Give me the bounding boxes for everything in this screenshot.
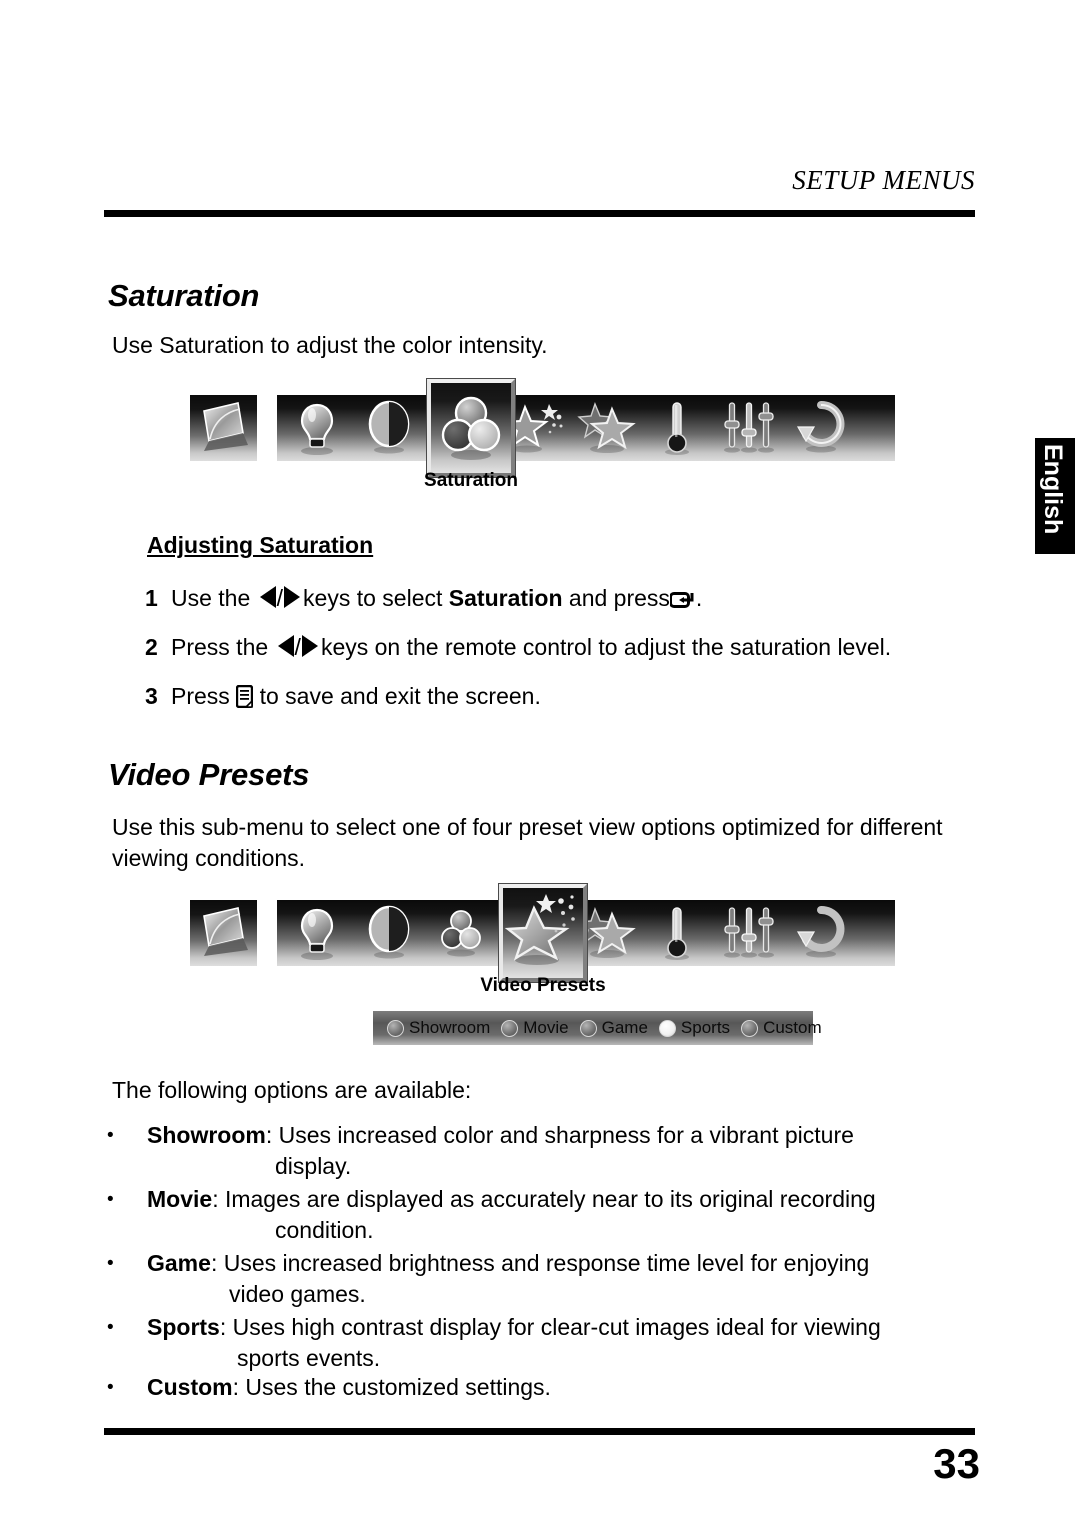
radio-icon[interactable]	[387, 1019, 404, 1037]
step-2-number: 2	[145, 634, 158, 660]
osd-item-audio-presets[interactable]	[569, 395, 641, 461]
language-tab-label: English	[1039, 444, 1067, 535]
list-intro: The following options are available:	[112, 1077, 472, 1103]
footer-rule	[104, 1428, 975, 1435]
osd-item-sliders[interactable]	[713, 900, 785, 966]
bullet-text: : Uses high contrast display for clear-c…	[219, 1314, 881, 1340]
osd-item-lightbulb[interactable]	[281, 395, 353, 461]
step-3-text-middle: to save and exit the screen.	[259, 683, 541, 709]
osd-item-reset[interactable]	[785, 900, 857, 966]
section-heading-video-presets: Video Presets	[108, 757, 310, 792]
osd-standalone-monitor-icon[interactable]	[190, 900, 257, 966]
section-intro-video-presets: Use this sub-menu to select one of four …	[112, 814, 943, 871]
step-1-text-before: Use the	[171, 585, 251, 611]
step-1-bold-term: Saturation	[448, 585, 563, 611]
right-arrow-icon	[284, 586, 301, 608]
osd-item-saturation[interactable]	[425, 900, 497, 966]
bullet-term: Game	[147, 1250, 211, 1276]
sub-heading-adjusting-saturation: Adjusting Saturation	[147, 532, 374, 558]
step-1: 1 Use the / keys to select Saturation and …	[145, 585, 703, 611]
bullet-custom: • Custom: Uses the customized settings.	[107, 1372, 987, 1403]
page-number: 33	[933, 1440, 980, 1487]
bullet-dot-icon: •	[107, 1189, 114, 1210]
bullet-continuation: sports events.	[237, 1345, 381, 1371]
step-3-text-before: Press	[171, 683, 230, 709]
language-tab-english: English	[1035, 438, 1075, 554]
bullet-text: : Images are displayed as accurately nea…	[212, 1186, 876, 1212]
step-1-number: 1	[145, 585, 158, 611]
osd-menu-saturation: Saturation	[190, 379, 895, 491]
bullet-dot-icon: •	[107, 1125, 114, 1146]
bullet-term: Showroom	[147, 1122, 266, 1148]
bullet-text: : Uses increased brightness and response…	[210, 1250, 870, 1276]
left-arrow-icon	[277, 635, 294, 657]
osd-item-contrast[interactable]	[353, 395, 425, 461]
osd-selected-tile-saturation[interactable]	[427, 379, 515, 477]
osd-item-reset[interactable]	[785, 395, 857, 461]
option-label: Showroom	[409, 1018, 491, 1037]
radio-icon-selected[interactable]	[658, 1019, 676, 1037]
header-rule	[104, 210, 975, 217]
osd-selected-label-video-presets: Video Presets	[480, 975, 606, 996]
option-movie[interactable]: Movie	[501, 1018, 569, 1038]
bullet-sports: • Sports: Uses high contrast display for…	[107, 1312, 987, 1374]
osd-item-sliders[interactable]	[713, 395, 785, 461]
option-sports[interactable]: Sports	[658, 1018, 731, 1038]
step-1-text-middle: keys to select	[303, 585, 443, 611]
bullet-term: Movie	[147, 1186, 213, 1212]
radio-icon[interactable]	[501, 1019, 519, 1037]
osd-selected-label-saturation: Saturation	[424, 470, 518, 491]
option-label: Movie	[523, 1018, 569, 1037]
osd-item-contrast[interactable]	[353, 900, 425, 966]
option-label: Custom	[763, 1018, 822, 1037]
osd-item-color-temperature[interactable]	[641, 900, 713, 966]
page-header-title: SETUP MENUS	[792, 165, 975, 195]
bullet-dot-icon: •	[107, 1253, 114, 1274]
option-label: Game	[601, 1018, 648, 1037]
option-custom[interactable]: Custom	[741, 1018, 822, 1038]
step-1-text-after: and press	[568, 585, 670, 611]
step-3: 3 Press to save and exit the screen.	[145, 681, 541, 711]
osd-icon-strip	[277, 395, 895, 461]
bullet-movie: • Movie: Images are displayed as accurat…	[107, 1184, 987, 1246]
manual-page: SETUP MENUS English Saturation Use Satur…	[0, 0, 1080, 1529]
osd-selected-tile-video-presets[interactable]	[499, 884, 587, 982]
step-3-number: 3	[145, 683, 158, 709]
right-arrow-icon	[301, 635, 318, 657]
bullet-text: : Uses increased color and sharpness for…	[265, 1122, 854, 1148]
menu-key-icon	[236, 685, 254, 708]
option-label: Sports	[680, 1018, 731, 1037]
bullet-continuation: video games.	[229, 1281, 366, 1307]
bullet-text: : Uses the customized settings.	[232, 1374, 551, 1400]
bullet-showroom: • Showroom: Uses increased color and sha…	[107, 1120, 967, 1182]
bullet-game: • Game: Uses increased brightness and re…	[107, 1248, 987, 1310]
bullet-term: Sports	[147, 1314, 220, 1340]
enter-key-icon	[669, 591, 696, 609]
osd-standalone-monitor-icon[interactable]	[190, 395, 257, 461]
bullet-dot-icon: •	[107, 1317, 114, 1338]
option-game[interactable]: Game	[579, 1018, 648, 1038]
radio-icon[interactable]	[579, 1019, 597, 1037]
bullet-term: Custom	[147, 1374, 233, 1400]
option-showroom[interactable]: Showroom	[387, 1018, 490, 1038]
osd-menu-video-presets: Video Presets	[190, 884, 895, 996]
bullet-dot-icon: •	[107, 1377, 114, 1398]
step-2-text-middle: keys on the remote control to adjust the…	[320, 634, 892, 660]
step-2-text-before: Press the	[171, 634, 269, 660]
step-1-text-end: .	[695, 585, 703, 611]
osd-item-lightbulb[interactable]	[281, 900, 353, 966]
step-2: 2 Press the / keys on the remote control t…	[145, 634, 892, 660]
bullet-continuation: condition.	[275, 1217, 374, 1243]
osd-item-color-temperature[interactable]	[641, 395, 713, 461]
section-intro-saturation: Use Saturation to adjust the color inten…	[112, 332, 548, 358]
video-presets-option-bar: Showroom Movie Game Sports Custom	[373, 1011, 822, 1045]
radio-icon[interactable]	[741, 1019, 759, 1037]
section-heading-saturation: Saturation	[108, 278, 260, 313]
bullet-continuation: display.	[275, 1153, 352, 1179]
left-arrow-icon	[259, 586, 276, 608]
